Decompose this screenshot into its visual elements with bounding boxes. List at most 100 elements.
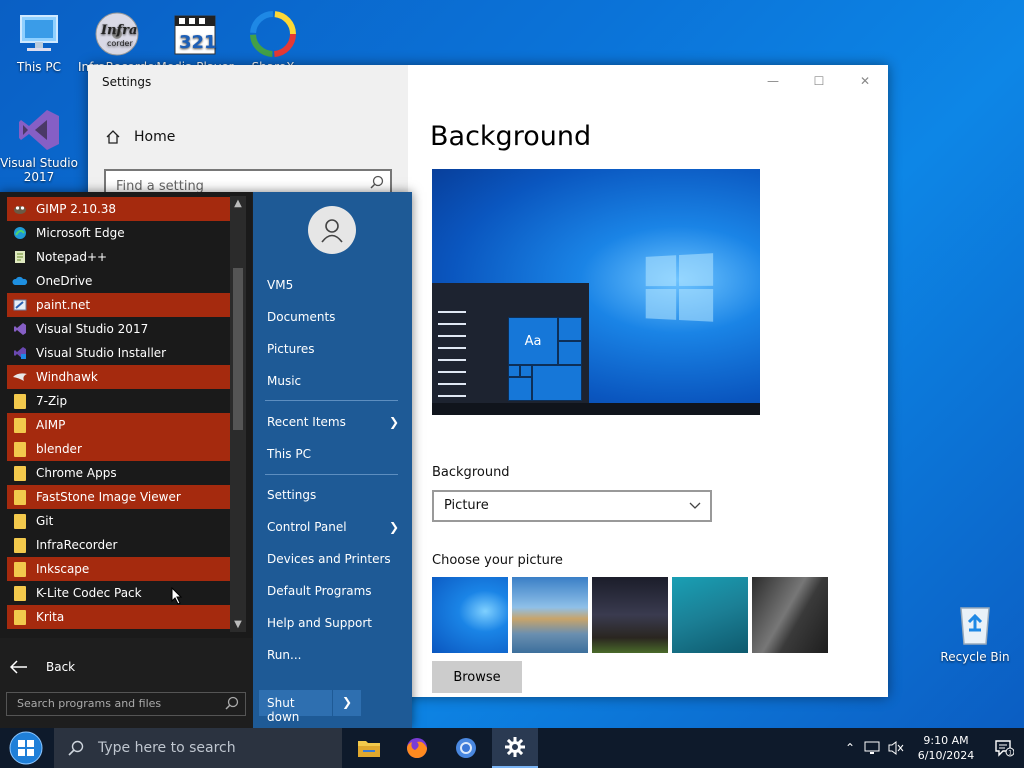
start-button[interactable]: [0, 728, 52, 768]
clock-date: 6/10/2024: [917, 749, 975, 762]
place-item-recent-items[interactable]: Recent Items ❯: [267, 415, 399, 429]
desktop-icon-label: This PC: [17, 60, 61, 74]
desktop-icon-media-player[interactable]: 321 Media Player: [156, 10, 234, 72]
app-list-scrollbar[interactable]: ▲ ▼: [230, 196, 246, 632]
place-item-user[interactable]: VM5: [267, 278, 293, 292]
place-label: Documents: [267, 310, 336, 324]
picture-thumbnail-windows[interactable]: [432, 577, 508, 653]
app-item-notepad-plus-plus[interactable]: Notepad++: [7, 245, 230, 269]
picture-thumbnail-beach[interactable]: [512, 577, 588, 653]
picture-thumbnail-night-sky[interactable]: [592, 577, 668, 653]
place-label: Devices and Printers: [267, 552, 391, 566]
place-item-documents[interactable]: Documents: [267, 310, 335, 324]
place-label: Pictures: [267, 342, 315, 356]
taskbar-settings[interactable]: [492, 728, 538, 768]
place-label: Recent Items: [267, 415, 346, 429]
taskbar-search-box[interactable]: Type here to search: [54, 728, 342, 768]
chevron-right-icon: ❯: [389, 415, 400, 429]
taskbar-chrome[interactable]: [443, 728, 489, 768]
place-item-settings[interactable]: Settings: [267, 488, 316, 502]
places-separator: [265, 474, 398, 475]
taskbar-firefox[interactable]: [394, 728, 440, 768]
notification-center-button[interactable]: 1: [984, 739, 1024, 757]
network-icon[interactable]: [863, 740, 881, 756]
scrollbar-thumb[interactable]: [233, 268, 243, 430]
place-item-help-support[interactable]: Help and Support: [267, 616, 372, 630]
browse-button[interactable]: Browse: [432, 661, 522, 693]
app-item-onedrive[interactable]: OneDrive: [7, 269, 230, 293]
user-avatar[interactable]: [308, 206, 356, 254]
start-menu: GIMP 2.10.38 Microsoft Edge Notepad++ On…: [0, 192, 412, 728]
clock[interactable]: 9:10 AM 6/10/2024: [908, 733, 984, 763]
window-controls: — ☐ ✕: [750, 65, 888, 97]
app-item-microsoft-edge[interactable]: Microsoft Edge: [7, 221, 230, 245]
place-item-default-programs[interactable]: Default Programs: [267, 584, 372, 598]
volume-muted-icon[interactable]: [887, 740, 905, 756]
app-item-aimp[interactable]: AIMP: [7, 413, 230, 437]
start-search-input[interactable]: Search programs and files: [6, 692, 246, 716]
app-item-git[interactable]: Git: [7, 509, 230, 533]
taskbar-file-explorer[interactable]: [346, 728, 392, 768]
app-item-faststone[interactable]: FastStone Image Viewer: [7, 485, 230, 509]
place-label: This PC: [267, 447, 311, 461]
minimize-button[interactable]: —: [750, 65, 796, 97]
app-item-label: blender: [36, 442, 82, 456]
folder-icon: [12, 513, 28, 529]
app-item-gimp[interactable]: GIMP 2.10.38: [7, 197, 230, 221]
search-icon: [370, 175, 384, 189]
place-item-pictures[interactable]: Pictures: [267, 342, 315, 356]
app-item-visual-studio-2017[interactable]: Visual Studio 2017: [7, 317, 230, 341]
back-button[interactable]: Back: [10, 660, 75, 674]
home-link[interactable]: Home: [106, 129, 175, 145]
taskbar-search-placeholder: Type here to search: [98, 740, 236, 756]
picture-thumbnail-rock[interactable]: [752, 577, 828, 653]
app-item-7-zip[interactable]: 7-Zip: [7, 389, 230, 413]
app-item-k-lite[interactable]: K-Lite Codec Pack: [7, 581, 230, 605]
minimize-icon: —: [767, 74, 779, 88]
place-item-music[interactable]: Music: [267, 374, 301, 388]
chevron-up-icon[interactable]: ⌃: [840, 741, 860, 755]
system-tray: ⌃ 9:10 AM 6/10/2024 1: [840, 728, 1024, 768]
mouse-cursor-icon: [171, 587, 183, 605]
maximize-icon: ☐: [813, 74, 825, 88]
app-item-label: GIMP 2.10.38: [36, 202, 117, 216]
app-item-blender[interactable]: blender: [7, 437, 230, 461]
app-item-visual-studio-installer[interactable]: Visual Studio Installer: [7, 341, 230, 365]
app-item-krita[interactable]: Krita: [7, 605, 230, 629]
start-places-pane: VM5 Documents Pictures Music Recent Item…: [253, 192, 412, 728]
app-item-chrome-apps[interactable]: Chrome Apps: [7, 461, 230, 485]
settings-content: Background: [430, 121, 591, 152]
desktop-icon-recycle-bin[interactable]: Recycle Bin: [936, 600, 1014, 664]
folder-icon: [12, 489, 28, 505]
place-item-run[interactable]: Run...: [267, 648, 301, 662]
app-item-windhawk[interactable]: Windhawk: [7, 365, 230, 389]
desktop-icon-this-pc[interactable]: This PC: [0, 10, 78, 74]
taskbar: Type here to search ⌃ 9:10 AM 6/10/2024 …: [0, 728, 1024, 768]
app-item-paint-net[interactable]: paint.net: [7, 293, 230, 317]
search-icon: [68, 740, 84, 756]
scroll-up-icon[interactable]: ▲: [230, 198, 246, 209]
shutdown-options-button[interactable]: ❯: [333, 690, 361, 716]
picture-thumbnail-underwater[interactable]: [672, 577, 748, 653]
scroll-down-icon[interactable]: ▼: [230, 619, 246, 630]
app-item-label: FastStone Image Viewer: [36, 490, 181, 504]
folder-icon: [12, 609, 28, 625]
app-item-infrarecorder[interactable]: InfraRecorder: [7, 533, 230, 557]
place-label: Run...: [267, 648, 302, 662]
desktop-icon-visual-studio[interactable]: Visual Studio 2017: [0, 106, 78, 184]
maximize-button[interactable]: ☐: [796, 65, 842, 97]
windows-logo-decoration: [645, 253, 717, 325]
desktop-icon-infrarecorder[interactable]: Infracorder InfraRecorder: [78, 10, 156, 72]
app-item-inkscape[interactable]: Inkscape: [7, 557, 230, 581]
place-item-this-pc[interactable]: This PC: [267, 447, 311, 461]
background-preview: Aa: [432, 169, 760, 415]
place-item-control-panel[interactable]: Control Panel ❯: [267, 520, 399, 534]
app-item-label: Notepad++: [36, 250, 108, 264]
place-item-devices-printers[interactable]: Devices and Printers: [267, 552, 391, 566]
shutdown-button[interactable]: Shut down: [259, 690, 333, 724]
desktop-icon-sharex[interactable]: ShareX: [234, 10, 312, 72]
close-button[interactable]: ✕: [842, 65, 888, 97]
background-type-select[interactable]: Picture: [432, 490, 712, 522]
close-icon: ✕: [859, 74, 871, 88]
app-item-label: Microsoft Edge: [36, 226, 125, 240]
